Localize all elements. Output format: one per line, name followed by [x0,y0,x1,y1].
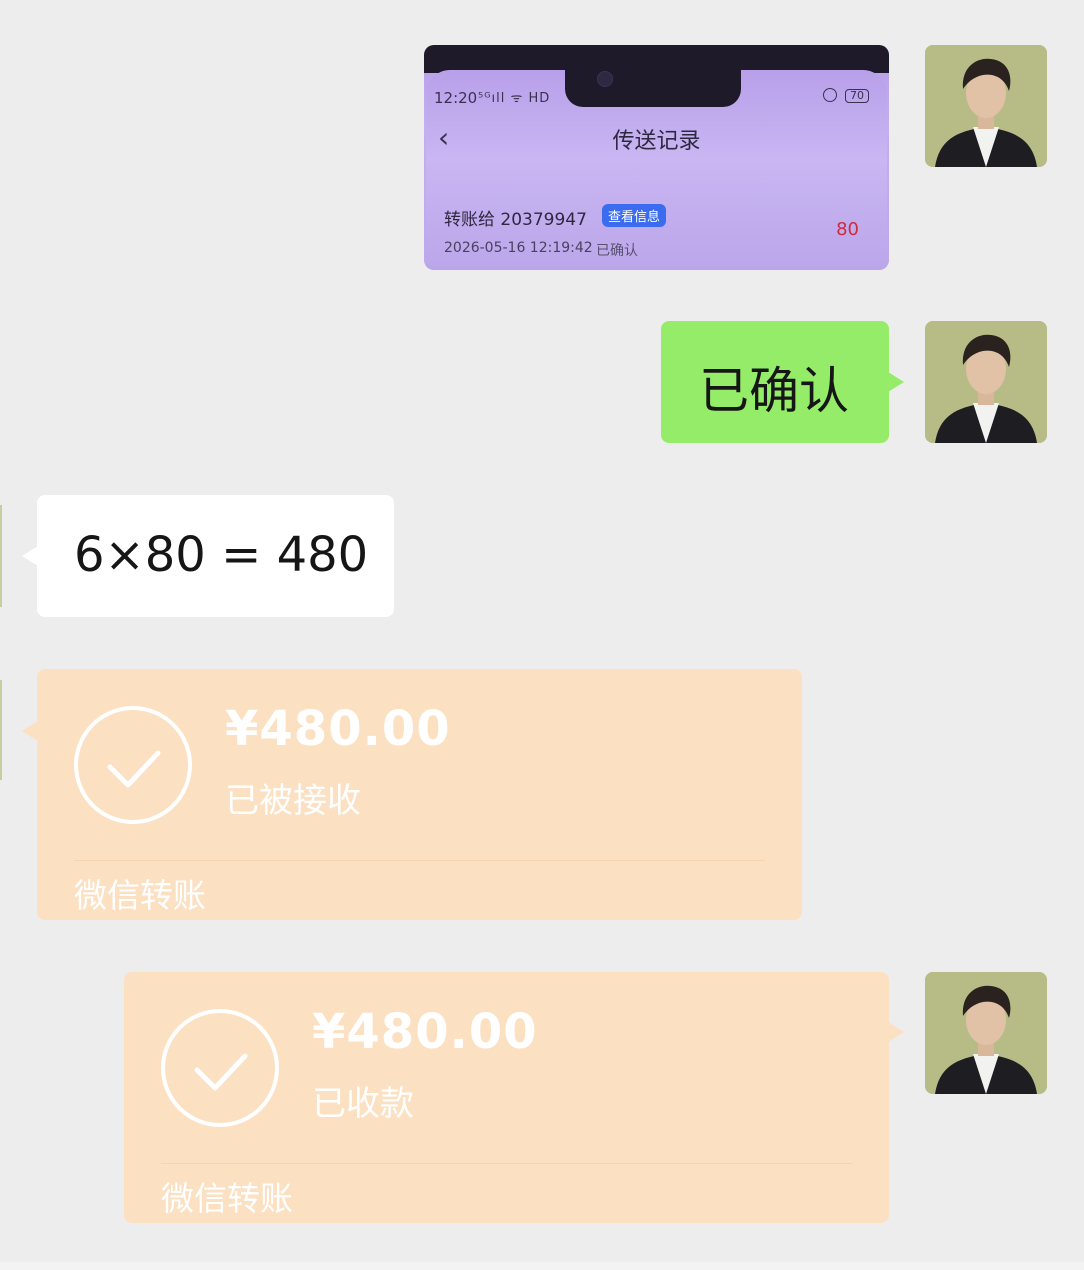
phone-notch [565,67,741,107]
avatar[interactable] [925,972,1047,1094]
person-avatar-icon [925,972,1047,1094]
battery-indicator: 70 [845,89,869,103]
person-avatar-icon [925,321,1047,443]
avatar[interactable] [925,321,1047,443]
transfer-card-sent[interactable]: ¥480.00 已收款 微信转账 [124,972,904,1223]
bottom-divider [0,1262,1084,1270]
divider [161,1163,852,1164]
transfer-datetime: 2026-05-16 12:19:42 [444,240,593,256]
sent-text: 已确认 [699,362,849,420]
view-info-badge: 查看信息 [602,204,667,227]
rotation-lock-icon [823,88,837,102]
wechat-transfer-label: 微信转账 [161,1179,293,1218]
signal-wifi-icon: ⁵ᴳıll ᯤ HD [478,91,551,106]
transfer-status: 已被接收 [225,781,361,821]
transfer-status: 已收款 [312,1084,414,1124]
transfer-card-received[interactable]: ¥480.00 已被接收 微信转账 [22,669,802,920]
avatar-edge [0,680,2,780]
transfer-status: 已确认 [596,243,638,259]
sent-text-bubble[interactable]: 已确认 [661,321,904,443]
avatar-edge [0,505,2,607]
transfer-amount: ¥480.00 [312,1004,538,1060]
wechat-transfer-label: 微信转账 [74,876,206,915]
status-time: 12:20 [434,89,478,107]
screenshot-image-message[interactable]: 12:20 ⁵ᴳıll ᯤ HD 70 ‹ 传送记录 转账给 20379947 … [424,45,889,270]
screenshot-title: 传送记录 [612,129,701,154]
transfer-amount: ¥480.00 [225,701,451,757]
check-circle-icon [74,706,192,824]
divider [74,860,765,861]
transfer-to-label: 转账给 20379947 [444,210,587,230]
avatar[interactable] [925,45,1047,167]
received-text-bubble[interactable]: 6×80 = 480 [22,495,394,617]
check-circle-icon [161,1009,279,1127]
camera-dot [597,71,613,87]
received-text: 6×80 = 480 [74,527,369,583]
person-avatar-icon [925,45,1047,167]
transfer-amount: 80 [836,219,859,240]
